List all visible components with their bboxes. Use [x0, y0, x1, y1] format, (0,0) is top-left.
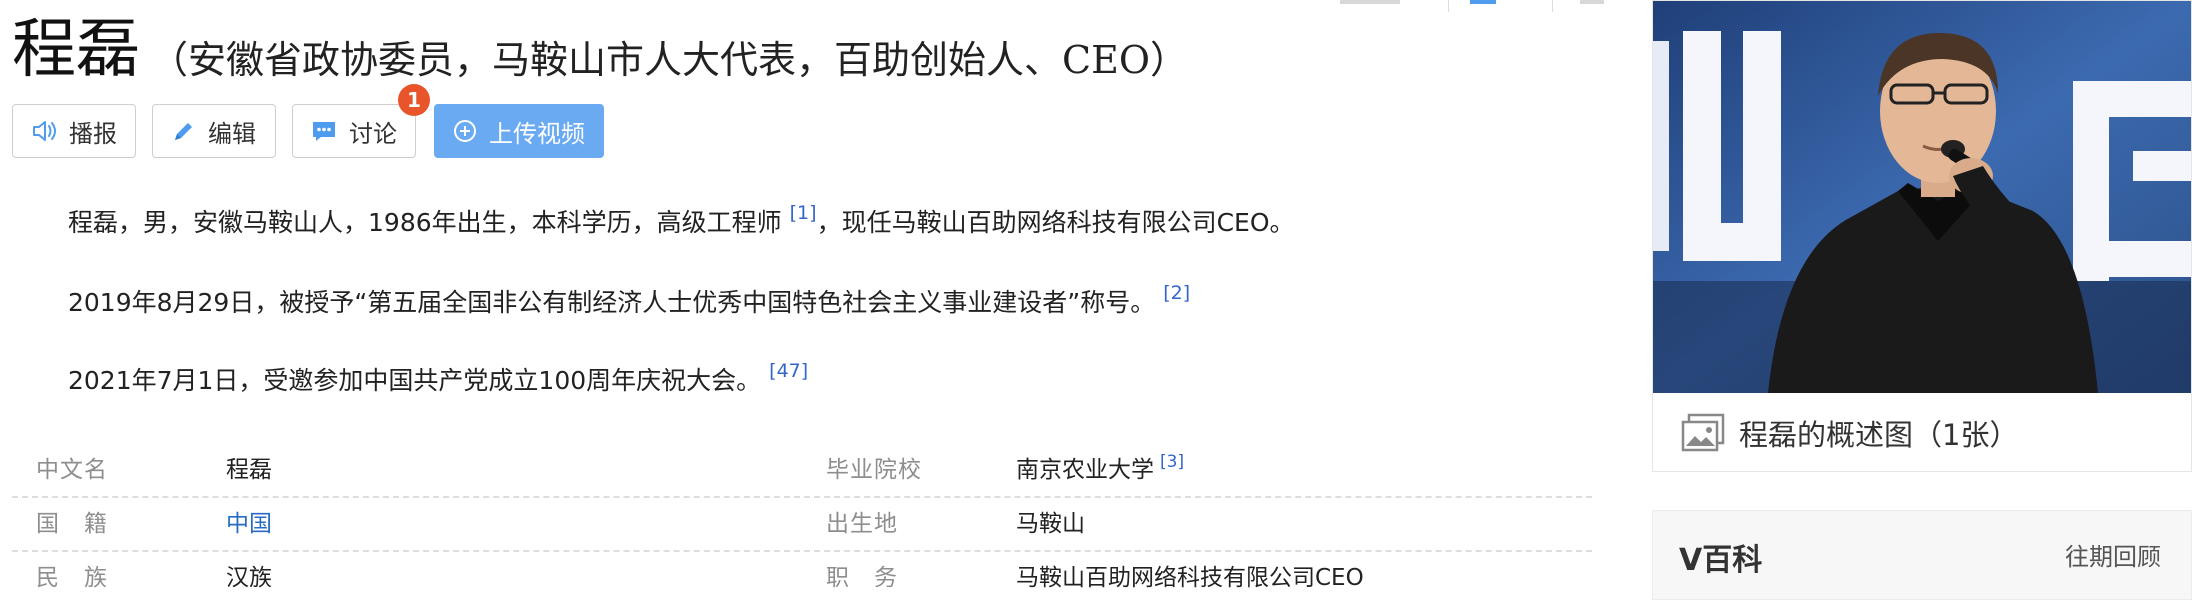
citation-link[interactable]: [1] [790, 202, 817, 224]
infobox-key: 职 务 [826, 565, 898, 591]
infobox-value: 马鞍山 [1016, 511, 1085, 537]
image-icon [1681, 413, 1725, 453]
summary-text: 程磊，男，安徽马鞍山人，1986年出生，本科学历，高级工程师 [68, 208, 782, 237]
title-row: 程磊 （安徽省政协委员，马鞍山市人大代表，百助创始人、CEO） [12, 10, 1188, 90]
upload-video-button[interactable]: 上传视频 [434, 104, 604, 158]
album-caption[interactable]: 程磊的概述图（1张） [1653, 393, 2191, 471]
summary-text: 2019年8月29日，被授予“第五届全国非公有制经济人士优秀中国特色社会主义事业… [68, 288, 1156, 317]
summary-paragraph: 2019年8月29日，被授予“第五届全国非公有制经济人士优秀中国特色社会主义事业… [68, 282, 1190, 319]
top-toolbar-cutoff [1340, 0, 1620, 12]
infobox: 中文名 程磊 毕业院校 南京农业大学 [3] 国 籍 中国 出生地 马鞍山 民 族… [12, 444, 1592, 604]
v-baike-title: V百科 [1679, 543, 1763, 578]
infobox-key: 毕业院校 [826, 457, 922, 483]
plus-circle-icon [453, 119, 477, 143]
infobox-value: 汉族 [226, 565, 272, 591]
infobox-value: 马鞍山百助网络科技有限公司CEO [1016, 565, 1364, 591]
infobox-row: 民 族 汉族 职 务 马鞍山百助网络科技有限公司CEO [12, 552, 1592, 604]
play-label: 播报 [69, 119, 117, 148]
infobox-key: 国 籍 [36, 511, 108, 537]
summary-paragraph: 2021年7月1日，受邀参加中国共产党成立100周年庆祝大会。 [47] [68, 360, 808, 397]
citation-link[interactable]: [47] [769, 360, 808, 382]
infobox-row: 国 籍 中国 出生地 马鞍山 [12, 498, 1592, 552]
top-link-fragment[interactable] [1470, 0, 1496, 4]
divider [1552, 0, 1553, 12]
edit-button[interactable]: 编辑 [152, 104, 276, 158]
top-link-fragment[interactable] [1340, 0, 1400, 4]
album-card[interactable]: 程磊的概述图（1张） [1652, 0, 2192, 472]
notification-badge: 1 [398, 84, 430, 116]
nationality-link[interactable]: 中国 [226, 504, 272, 538]
album-caption-text: 程磊的概述图（1张） [1739, 418, 2019, 452]
infobox-key: 中文名 [36, 457, 108, 483]
chat-icon [311, 119, 337, 143]
summary-text: 2021年7月1日，受邀参加中国共产党成立100周年庆祝大会。 [68, 366, 762, 395]
play-button[interactable]: 播报 [12, 104, 136, 158]
infobox-value: 程磊 [226, 457, 272, 483]
infobox-key: 民 族 [36, 565, 108, 591]
pencil-icon [172, 119, 196, 143]
summary-text: ，现任马鞍山百助网络科技有限公司CEO。 [816, 208, 1295, 237]
infobox-row: 中文名 程磊 毕业院校 南京农业大学 [3] [12, 444, 1592, 498]
discuss-button[interactable]: 讨论 [292, 104, 416, 158]
edit-label: 编辑 [208, 119, 256, 148]
v-baike-panel: V百科 往期回顾 [1652, 510, 2192, 600]
divider [1448, 0, 1449, 12]
summary-paragraph: 程磊，男，安徽马鞍山人，1986年出生，本科学历，高级工程师 [1]，现任马鞍山百… [68, 202, 1295, 239]
infobox-key: 出生地 [826, 511, 898, 537]
page-title: 程磊 [12, 13, 140, 87]
top-link-fragment[interactable] [1580, 0, 1604, 4]
discuss-label: 讨论 [349, 119, 397, 148]
infobox-value: 南京农业大学 [3] [1016, 450, 1184, 484]
speaker-icon [31, 119, 57, 143]
citation-link[interactable]: [3] [1160, 452, 1184, 472]
citation-link[interactable]: [2] [1163, 282, 1190, 304]
infobox-value-text: 南京农业大学 [1016, 457, 1154, 483]
past-issues-link[interactable]: 往期回顾 [2065, 537, 2161, 572]
portrait-photo[interactable] [1653, 1, 2191, 393]
upload-label: 上传视频 [489, 119, 585, 148]
page-subtitle: （安徽省政协委员，马鞍山市人大代表，百助创始人、CEO） [150, 38, 1188, 82]
